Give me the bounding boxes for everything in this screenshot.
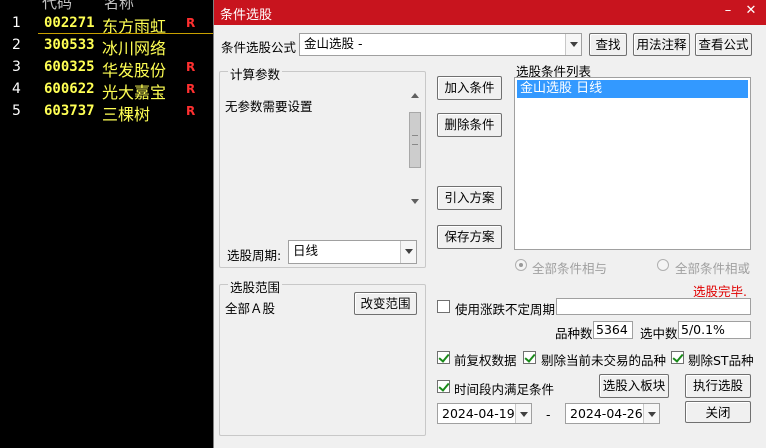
view-formula-button[interactable]: 查看公式 <box>695 33 752 56</box>
uncertain-period-input[interactable] <box>556 298 751 315</box>
row-index: 3 <box>12 59 21 75</box>
add-to-block-button[interactable]: 选股入板块 <box>599 374 669 398</box>
range-value: 全部Ａ股 <box>225 301 276 316</box>
params-group: 计算参数 无参数需要设置 选股周期: 日线 <box>219 64 426 268</box>
close-button[interactable]: 关闭 <box>685 401 751 423</box>
radio-and-label: 全部条件相与 <box>532 261 608 276</box>
delete-condition-button[interactable]: 删除条件 <box>437 113 502 137</box>
formula-value: 金山选股 - <box>304 36 363 51</box>
radio-and[interactable] <box>515 259 527 271</box>
stock-code: 002271 <box>44 15 95 31</box>
scroll-thumb[interactable] <box>409 112 421 168</box>
period-value: 日线 <box>293 243 319 258</box>
list-item[interactable]: 金山选股 日线 <box>517 80 748 98</box>
dialog-title: 条件选股 <box>220 8 273 23</box>
date-from-picker[interactable]: 2024-04-19 <box>437 403 532 424</box>
chevron-down-icon[interactable] <box>643 404 659 423</box>
import-plan-button[interactable]: 引入方案 <box>437 186 502 210</box>
formula-label: 条件选股公式 <box>221 40 297 55</box>
count-value: 5364 <box>593 321 633 339</box>
range-group-title: 选股范围 <box>228 277 283 296</box>
row-index: 4 <box>12 81 21 97</box>
row-index: 1 <box>12 15 21 31</box>
chevron-down-icon[interactable] <box>515 404 531 423</box>
change-range-button[interactable]: 改变范围 <box>354 292 417 315</box>
margin-flag: R <box>186 60 196 74</box>
run-screen-button[interactable]: 执行选股 <box>685 374 751 398</box>
table-row[interactable]: 3 600325 华发股份 R <box>0 56 214 80</box>
date-from-value: 2024-04-19 <box>442 406 515 421</box>
date-separator: - <box>546 407 551 422</box>
find-button[interactable]: 查找 <box>589 33 627 56</box>
time-range-label: 时间段内满足条件 <box>454 382 555 397</box>
margin-flag: R <box>186 16 196 30</box>
stock-code: 600325 <box>44 59 95 75</box>
usage-notes-button[interactable]: 用法注释 <box>633 33 690 56</box>
range-group: 选股范围 全部Ａ股 改变范围 <box>219 277 426 436</box>
col-header-code[interactable]: 代码 <box>42 0 72 10</box>
save-plan-button[interactable]: 保存方案 <box>437 225 502 249</box>
row-index: 2 <box>12 37 21 53</box>
margin-flag: R <box>186 104 196 118</box>
conditions-list[interactable]: 金山选股 日线 <box>514 77 751 250</box>
col-header-name[interactable]: 名称 <box>104 0 134 10</box>
params-group-title: 计算参数 <box>228 64 283 83</box>
chevron-down-icon[interactable] <box>400 241 416 263</box>
table-row[interactable]: 2 300533 冰川网络 <box>0 34 214 58</box>
period-label: 选股周期: <box>227 248 282 263</box>
date-to-picker[interactable]: 2024-04-26 <box>565 403 660 424</box>
uncertain-period-checkbox[interactable] <box>437 300 450 313</box>
stock-code: 603737 <box>44 103 95 119</box>
formula-combo[interactable]: 金山选股 - <box>299 33 582 56</box>
selected-value: 5/0.1% <box>678 321 751 339</box>
margin-flag: R <box>186 82 196 96</box>
params-text: 无参数需要设置 <box>225 99 313 114</box>
table-row[interactable]: 1 002271 东方雨虹 R <box>0 12 214 36</box>
params-scrollbar[interactable] <box>408 88 422 209</box>
close-icon[interactable]: ✕ <box>743 3 759 19</box>
exclude-st-label: 剔除ST品种 <box>688 353 754 368</box>
radio-or[interactable] <box>657 259 669 271</box>
table-row[interactable]: 5 603737 三棵树 R <box>0 100 214 124</box>
table-row[interactable]: 4 600622 光大嘉宝 R <box>0 78 214 102</box>
restore-data-checkbox[interactable] <box>437 351 450 364</box>
restore-data-label: 前复权数据 <box>454 353 517 368</box>
selected-label: 选中数 <box>640 326 678 341</box>
stock-code: 300533 <box>44 37 95 53</box>
condition-screener-dialog: 条件选股 – ✕ 条件选股公式 金山选股 - 查找 用法注释 查看公式 计算参数… <box>213 0 766 448</box>
stock-code: 600622 <box>44 81 95 97</box>
dialog-titlebar[interactable]: 条件选股 – ✕ <box>214 0 766 25</box>
period-combo[interactable]: 日线 <box>288 240 417 264</box>
exclude-st-checkbox[interactable] <box>671 351 684 364</box>
add-condition-button[interactable]: 加入条件 <box>437 76 502 100</box>
exclude-untraded-checkbox[interactable] <box>523 351 536 364</box>
uncertain-period-label: 使用涨跌不定周期 <box>455 302 556 317</box>
time-range-checkbox[interactable] <box>437 380 450 393</box>
count-label: 品种数 <box>555 326 593 341</box>
stock-name: 三棵树 <box>102 105 151 124</box>
screen: 代码 名称 1 002271 东方雨虹 R 2 300533 冰川网络 3 60… <box>0 0 766 448</box>
scroll-down-icon[interactable] <box>408 195 422 209</box>
date-to-value: 2024-04-26 <box>570 406 643 421</box>
scroll-up-icon[interactable] <box>408 88 422 102</box>
exclude-untraded-label: 剔除当前未交易的品种 <box>541 353 667 368</box>
radio-or-label: 全部条件相或 <box>675 261 751 276</box>
chevron-down-icon[interactable] <box>565 34 581 55</box>
row-index: 5 <box>12 103 21 119</box>
minimize-icon[interactable]: – <box>720 3 736 19</box>
